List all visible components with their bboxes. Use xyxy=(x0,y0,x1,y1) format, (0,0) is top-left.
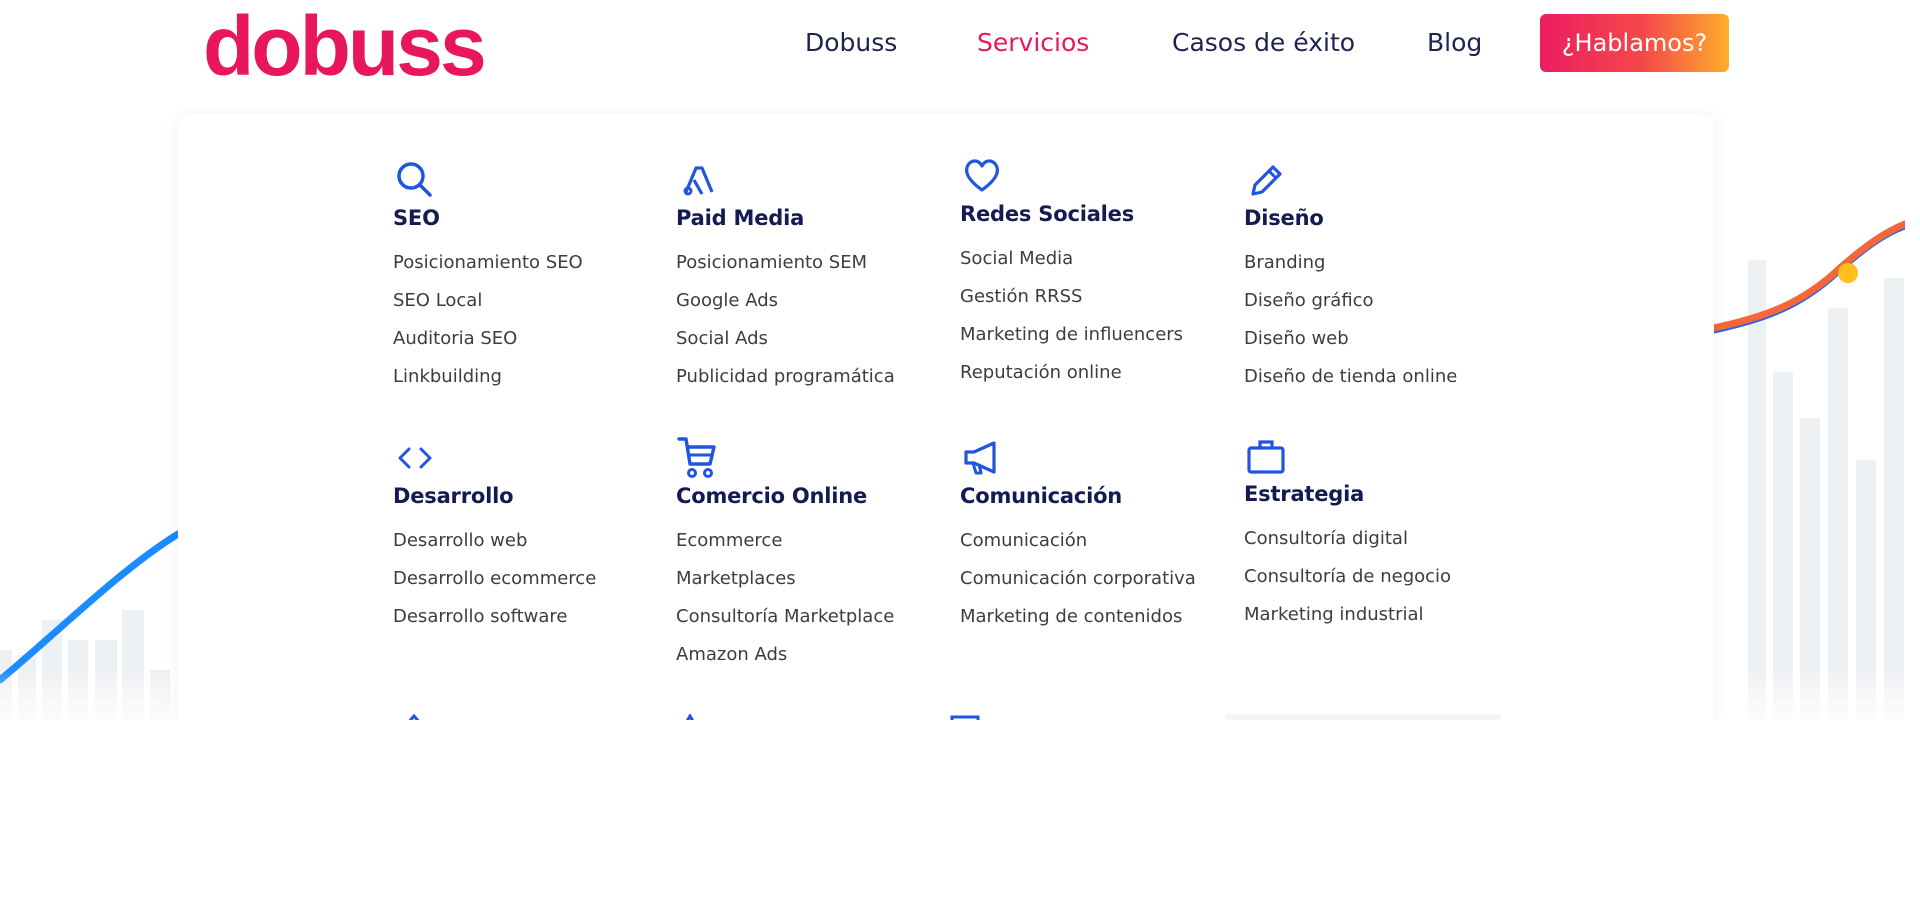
category-paid-media: Paid Media Posicionamiento SEM Google Ad… xyxy=(676,158,946,396)
menu-link[interactable]: Diseño gráfico xyxy=(1244,282,1514,320)
category-estrategia: Estrategia Consultoría digital Consultor… xyxy=(1244,434,1514,634)
cart-icon xyxy=(676,436,720,480)
category-comunicacion: Comunicación Comunicación Comunicación c… xyxy=(960,436,1230,636)
nav-blog[interactable]: Blog xyxy=(1427,27,1482,59)
menu-link[interactable]: Auditoria SEO xyxy=(393,320,663,358)
servicios-mega-menu: SEO Posicionamiento SEO SEO Local Audito… xyxy=(178,114,1714,720)
menu-link[interactable]: Desarrollo ecommerce xyxy=(393,560,663,598)
category-title[interactable]: Paid Media xyxy=(676,204,946,232)
site-header: dobuss Dobuss Servicios Casos de éxito B… xyxy=(0,0,1920,110)
menu-link[interactable]: Posicionamiento SEO xyxy=(393,244,663,282)
search-icon xyxy=(393,158,437,202)
category-title[interactable]: Desarrollo xyxy=(393,482,663,510)
chart-highlight-dot xyxy=(1838,263,1858,283)
menu-link[interactable]: Desarrollo software xyxy=(393,598,663,636)
menu-link[interactable]: Google Ads xyxy=(676,282,946,320)
menu-link[interactable]: Desarrollo web xyxy=(393,522,663,560)
menu-link[interactable]: Consultoría Marketplace xyxy=(676,598,946,636)
category-redes-sociales: Redes Sociales Social Media Gestión RRSS… xyxy=(960,154,1230,392)
left-trend-line xyxy=(0,530,182,684)
hablamos-button[interactable]: ¿Hablamos? xyxy=(1540,14,1729,72)
menu-link[interactable]: Consultoría digital xyxy=(1244,520,1514,558)
pencil-icon xyxy=(1244,158,1288,202)
category-comercio-online: Comercio Online Ecommerce Marketplaces C… xyxy=(676,436,946,674)
nav-casos-de-exito[interactable]: Casos de éxito xyxy=(1172,27,1355,59)
nav-servicios[interactable]: Servicios xyxy=(977,27,1089,59)
page-blank-area xyxy=(0,720,1920,904)
category-seo: SEO Posicionamiento SEO SEO Local Audito… xyxy=(393,158,663,396)
google-ads-icon xyxy=(676,158,720,202)
menu-link[interactable]: SEO Local xyxy=(393,282,663,320)
menu-link[interactable]: Diseño de tienda online xyxy=(1244,358,1514,396)
menu-link[interactable]: Marketplaces xyxy=(676,560,946,598)
category-title[interactable]: Comunicación xyxy=(960,482,1230,510)
right-trend-line xyxy=(1710,220,1905,332)
menu-link[interactable]: Marketing industrial xyxy=(1244,596,1514,634)
megaphone-icon xyxy=(960,436,1004,480)
category-diseno: Diseño Branding Diseño gráfico Diseño we… xyxy=(1244,158,1514,396)
code-icon xyxy=(393,436,437,480)
menu-link[interactable]: Ecommerce xyxy=(676,522,946,560)
category-title[interactable]: SEO xyxy=(393,204,663,232)
menu-link[interactable]: Linkbuilding xyxy=(393,358,663,396)
menu-link[interactable]: Comunicación xyxy=(960,522,1230,560)
category-title[interactable]: Redes Sociales xyxy=(960,200,1230,228)
heart-icon xyxy=(960,154,1004,198)
category-title[interactable]: Comercio Online xyxy=(676,482,946,510)
menu-link[interactable]: Social Media xyxy=(960,240,1230,278)
category-desarrollo: Desarrollo Desarrollo web Desarrollo eco… xyxy=(393,436,663,636)
menu-link[interactable]: Marketing de influencers xyxy=(960,316,1230,354)
menu-link[interactable]: Branding xyxy=(1244,244,1514,282)
menu-link[interactable]: Diseño web xyxy=(1244,320,1514,358)
menu-link[interactable]: Gestión RRSS xyxy=(960,278,1230,316)
menu-link[interactable]: Reputación online xyxy=(960,354,1230,392)
menu-link[interactable]: Publicidad programática xyxy=(676,358,946,396)
nav-dobuss[interactable]: Dobuss xyxy=(805,27,897,59)
menu-link[interactable]: Social Ads xyxy=(676,320,946,358)
menu-link[interactable]: Comunicación corporativa xyxy=(960,560,1230,598)
menu-link[interactable]: Consultoría de negocio xyxy=(1244,558,1514,596)
category-title[interactable]: Estrategia xyxy=(1244,480,1514,508)
category-title[interactable]: Diseño xyxy=(1244,204,1514,232)
dobuss-logo[interactable]: dobuss xyxy=(203,4,487,88)
menu-link[interactable]: Amazon Ads xyxy=(676,636,946,674)
menu-link[interactable]: Marketing de contenidos xyxy=(960,598,1230,636)
briefcase-icon xyxy=(1244,434,1288,478)
menu-link[interactable]: Posicionamiento SEM xyxy=(676,244,946,282)
right-bars xyxy=(1748,260,1904,720)
